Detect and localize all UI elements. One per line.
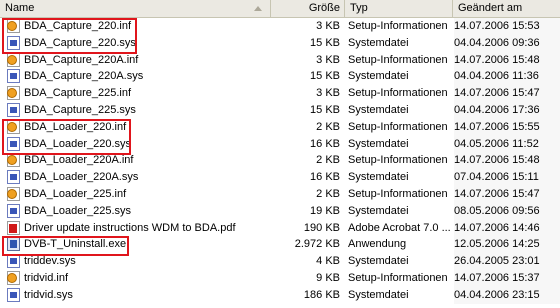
file-modified: 14.07.2006 15:53	[454, 18, 560, 35]
file-modified: 14.07.2006 15:47	[454, 85, 560, 102]
file-type: Setup-Informationen	[348, 271, 448, 284]
file-row[interactable]: BDA_Capture_225.sys 15 KB Systemdatei 04.04…	[0, 101, 560, 119]
file-size: 19 KB	[310, 204, 340, 217]
column-header-modified-label: Geändert am	[458, 2, 523, 14]
file-type: Systemdatei	[348, 288, 409, 301]
file-size: 16 KB	[310, 171, 340, 184]
file-size: 15 KB	[310, 70, 340, 83]
file-modified: 04.04.2006 11:36	[454, 68, 560, 86]
file-size: 9 KB	[316, 271, 340, 284]
file-size: 2 KB	[316, 120, 340, 133]
sort-ascending-icon	[254, 6, 262, 11]
file-row[interactable]: BDA_Capture_220A.sys 15 KB Systemdatei 04.0…	[0, 68, 560, 86]
column-header-name[interactable]: Name	[0, 0, 271, 17]
file-type: Setup-Informationen	[348, 20, 448, 32]
file-size: 3 KB	[316, 53, 340, 66]
file-row[interactable]: BDA_Loader_225.sys 19 KB Systemdatei 08.05.…	[0, 202, 560, 220]
column-header-size[interactable]: Größe	[271, 0, 345, 17]
file-size: 2.972 KB	[294, 238, 340, 251]
file-modified: 04.04.2006 09:36	[454, 34, 560, 52]
file-row[interactable]: BDA_Capture_220A.inf 3 KB Setup-Informatio…	[0, 51, 560, 69]
column-header-modified[interactable]: Geändert am	[453, 0, 560, 17]
file-row[interactable]: BDA_Loader_220.inf 2 KB Setup-Informatione…	[0, 118, 560, 136]
file-row[interactable]: BDA_Capture_220.inf 3 KB Setup-Information…	[0, 18, 560, 35]
file-type: Anwendung	[348, 238, 407, 251]
file-type: Systemdatei	[348, 137, 409, 150]
file-modified: 07.04.2006 15:11	[454, 169, 560, 186]
file-type: Setup-Informationen	[348, 120, 448, 133]
file-type: Systemdatei	[348, 204, 409, 217]
file-type: Systemdatei	[348, 36, 409, 49]
file-row[interactable]: BDA_Loader_220A.sys 16 KB Systemdatei 07.04…	[0, 169, 560, 186]
file-size: 16 KB	[310, 137, 340, 150]
file-row[interactable]: BDA_Capture_225.inf 3 KB Setup-Information…	[0, 85, 560, 102]
file-type: Systemdatei	[348, 171, 409, 184]
column-header-bar: Name Größe Typ Geändert am	[0, 0, 560, 18]
file-list: BDA_Capture_220.inf 3 KB Setup-Information…	[0, 18, 560, 304]
file-type: Setup-Informationen	[348, 53, 448, 66]
file-modified: 14.07.2006 15:55	[454, 118, 560, 136]
file-modified: 04.04.2006 17:36	[454, 101, 560, 119]
file-row[interactable]: DVB-T_Uninstall.exe 2.972 KB Anwendung 12.0…	[0, 236, 560, 254]
file-modified: 14.07.2006 15:48	[454, 152, 560, 170]
file-modified: 14.07.2006 14:46	[454, 219, 560, 237]
file-modified: 12.05.2006 14:25	[454, 236, 560, 254]
column-header-type[interactable]: Typ	[345, 0, 453, 17]
file-row[interactable]: BDA_Loader_225.inf 2 KB Setup-Informatione…	[0, 185, 560, 203]
file-type: Systemdatei	[348, 70, 409, 83]
column-header-size-label: Größe	[308, 2, 340, 14]
file-size: 2 KB	[316, 187, 340, 200]
column-header-type-label: Typ	[350, 2, 368, 14]
file-size: 186 KB	[303, 288, 340, 301]
file-type: Systemdatei	[348, 103, 409, 116]
file-type: Setup-Informationen	[348, 87, 448, 100]
file-size: 4 KB	[316, 255, 340, 268]
file-type: Adobe Acrobat 7.0 ...	[348, 221, 451, 234]
file-modified: 14.07.2006 15:37	[454, 269, 560, 287]
file-modified: 04.05.2006 11:52	[454, 135, 560, 153]
file-type: Systemdatei	[348, 255, 409, 268]
file-size: 2 KB	[316, 154, 340, 167]
file-modified: 14.07.2006 15:48	[454, 51, 560, 69]
file-modified: 04.04.2006 23:15	[454, 286, 560, 304]
file-row[interactable]: BDA_Loader_220.sys 16 KB Systemdatei 04.05.…	[0, 135, 560, 153]
file-size: 3 KB	[316, 87, 340, 100]
file-size: 15 KB	[310, 36, 340, 49]
file-modified: 08.05.2006 09:56	[454, 202, 560, 220]
file-row[interactable]: BDA_Loader_220A.inf 2 KB Setup-Information…	[0, 152, 560, 170]
column-header-name-label: Name	[5, 2, 35, 14]
file-type: Setup-Informationen	[348, 154, 448, 167]
file-row[interactable]: tridvid.sys 186 KB Systemdatei 04.04.2006 2…	[0, 286, 560, 304]
file-modified: 14.07.2006 15:47	[454, 185, 560, 203]
file-row[interactable]: Driver update instructions WDM to BDA.pd…	[0, 219, 560, 237]
file-size: 190 KB	[303, 221, 340, 234]
file-row[interactable]: tridvid.inf 9 KB Setup-Informationen 14.07.…	[0, 269, 560, 287]
file-size: 15 KB	[310, 103, 340, 116]
file-modified: 26.04.2005 23:01	[454, 253, 560, 270]
file-type: Setup-Informationen	[348, 187, 448, 200]
file-row[interactable]: triddev.sys 4 KB Systemdatei 26.04.2005 23:…	[0, 253, 560, 270]
file-size: 3 KB	[316, 20, 340, 32]
file-row[interactable]: BDA_Capture_220.sys 15 KB Systemdatei 04.04…	[0, 34, 560, 52]
